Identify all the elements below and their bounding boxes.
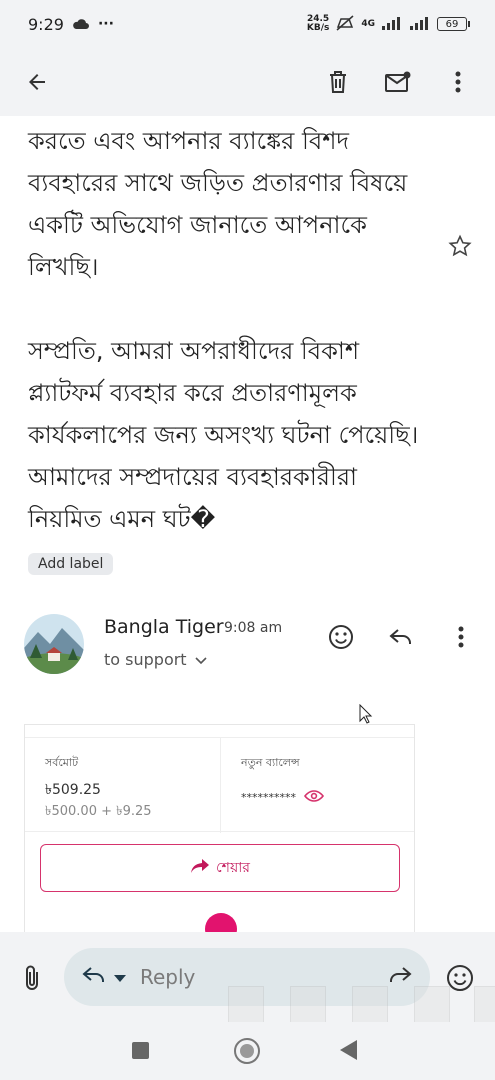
reply-icon[interactable] (388, 624, 414, 650)
message-body: করতে এবং আপনার ব্যাঙ্কের বিশদ ব্যবহারের … (28, 120, 428, 582)
body-paragraph-1: করতে এবং আপনার ব্যাঙ্কের বিশদ ব্যবহারের … (28, 127, 408, 281)
share-button[interactable]: শেয়ার (40, 844, 400, 892)
total-column: সর্বমোট ৳509.25 ৳500.00 + ৳9.25 (25, 738, 220, 833)
total-breakdown: ৳500.00 + ৳9.25 (45, 804, 152, 819)
new-balance-label: নতুন ব্যালেন্স (241, 756, 300, 769)
chevron-down-icon (195, 650, 207, 669)
sender-name: Bangla Tiger (104, 616, 224, 638)
message-more-icon[interactable] (448, 624, 474, 650)
embedded-transaction-card: সর্বমোট ৳509.25 ৳500.00 + ৳9.25 নতুন ব্য… (24, 724, 415, 934)
more-vert-icon[interactable] (445, 69, 471, 95)
silent-mode-icon (335, 14, 355, 34)
mark-unread-icon[interactable] (385, 69, 411, 95)
masked-balance-value: ********** (241, 791, 296, 804)
system-nav-bar (0, 1022, 495, 1080)
network-type: 4G (361, 18, 375, 29)
share-label: শেয়ার (216, 860, 250, 876)
delete-icon[interactable] (325, 69, 351, 95)
total-label: সর্বমোট (45, 756, 79, 769)
star-icon[interactable] (448, 234, 472, 262)
total-value: ৳509.25 (45, 782, 101, 798)
attach-icon[interactable] (22, 964, 42, 996)
reply-arrow-icon (82, 966, 106, 988)
avatar[interactable] (24, 614, 84, 674)
back-icon[interactable] (340, 1040, 357, 1060)
sender-time: 9:08 am (224, 620, 283, 636)
eye-icon[interactable] (304, 790, 324, 805)
home-icon[interactable] (234, 1038, 260, 1064)
status-bar: 9:29 ··· 24.5 KB/s 4G 69 (0, 0, 495, 48)
emoji-reaction-icon[interactable] (328, 624, 354, 650)
clock: 9:29 (28, 14, 64, 34)
battery-icon: 69 (437, 17, 470, 31)
reply-placeholder: Reply (140, 965, 196, 989)
recents-icon[interactable] (132, 1042, 149, 1059)
add-label-chip[interactable]: Add label (28, 553, 114, 575)
sender-row[interactable]: Bangla Tiger 9:08 am to support (24, 612, 474, 676)
transaction-summary: সর্বমোট ৳509.25 ৳500.00 + ৳9.25 নতুন ব্য… (25, 737, 414, 833)
recipient-label: to support (104, 650, 187, 669)
reply-type-dropdown-icon[interactable] (114, 968, 126, 987)
signal-icon-2 (409, 16, 431, 33)
mouse-cursor-icon (359, 703, 373, 728)
signal-icon (381, 16, 403, 33)
cloud-icon (72, 15, 90, 34)
more-status-icon: ··· (97, 16, 114, 32)
back-arrow-icon[interactable] (24, 69, 50, 95)
balance-column: নতুন ব্যালেন্স ********** (220, 738, 414, 833)
masked-balance: ********** (241, 790, 324, 805)
body-paragraph-2: সম্প্রতি, আমরা অপরাধীদের বিকাশ প্ল্যাটফর… (28, 337, 419, 533)
share-arrow-icon (190, 858, 210, 878)
app-bar (0, 48, 495, 116)
forward-icon[interactable] (388, 966, 412, 988)
gmail-message-screen: 9:29 ··· 24.5 KB/s 4G 69 করতে এবং আপনার … (0, 0, 495, 1080)
battery-level: 69 (445, 18, 459, 30)
bkash-logo (205, 913, 237, 933)
data-speed: 24.5 KB/s (306, 14, 330, 33)
recipient-toggle[interactable]: to support (104, 650, 207, 669)
